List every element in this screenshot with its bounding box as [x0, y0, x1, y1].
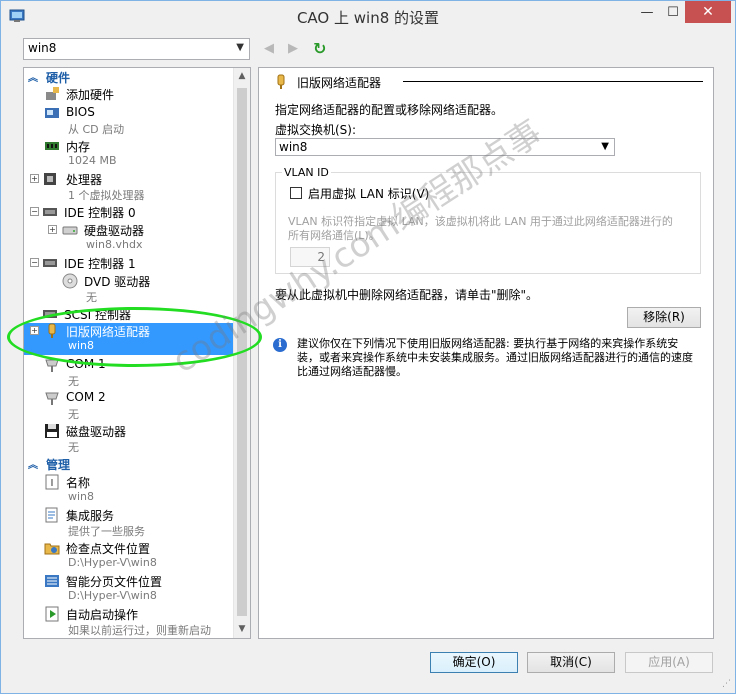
tree-item-add-hardware[interactable]: 添加硬件	[24, 86, 234, 102]
add-hardware-icon	[46, 87, 59, 100]
name-icon: I	[45, 474, 59, 490]
tree-item-floppy-drive[interactable]: 磁盘驱动器 无	[24, 423, 234, 455]
hardware-section-header[interactable]: ︽ 硬件	[24, 69, 234, 85]
collapse-icon[interactable]: −	[30, 258, 39, 267]
back-arrow-icon[interactable]: ◀	[264, 41, 274, 56]
refresh-icon[interactable]: ↻	[313, 39, 326, 58]
management-section-header[interactable]: ︽ 管理	[24, 456, 234, 472]
ide-controller-icon	[43, 208, 57, 216]
section-divider	[403, 81, 703, 82]
checkpoint-folder-icon	[44, 543, 60, 555]
title-bar: CAO 上 win8 的设置 — ☐ ✕	[1, 1, 735, 32]
cancel-button[interactable]: 取消(C)	[527, 652, 615, 673]
apply-button[interactable]: 应用(A)	[625, 652, 713, 673]
ide-controller-icon	[43, 259, 57, 267]
tree-item-ide-0[interactable]: − IDE 控制器 0	[24, 204, 234, 220]
settings-window: CAO 上 win8 的设置 — ☐ ✕ win8 ▼ ◀ ▶ ↻ ︽ 硬件 添…	[0, 0, 736, 694]
memory-icon	[45, 142, 59, 150]
tree-item-com-2[interactable]: COM 2 无	[24, 390, 234, 422]
tree-item-name[interactable]: I 名称 win8	[24, 474, 234, 506]
tree-item-integration-services[interactable]: 集成服务 提供了一些服务	[24, 507, 234, 539]
com-port-icon	[45, 392, 59, 405]
tree-item-auto-start[interactable]: 自动启动操作 如果以前运行过，则重新启动	[24, 606, 234, 638]
remove-button[interactable]: 移除(R)	[627, 307, 701, 328]
integration-services-icon	[45, 507, 58, 523]
virtual-switch-dropdown[interactable]: win8 ▼	[275, 138, 615, 156]
scroll-down-icon[interactable]: ▼	[234, 621, 250, 638]
dvd-drive-icon	[62, 273, 78, 289]
maximize-button[interactable]: ☐	[659, 1, 687, 23]
auto-start-icon	[45, 606, 59, 622]
network-adapter-icon	[277, 74, 285, 89]
hard-drive-icon	[62, 226, 78, 235]
expand-icon[interactable]: +	[48, 225, 57, 234]
collapse-chevron-icon: ︽	[28, 73, 38, 84]
ok-button[interactable]: 确定(O)	[430, 652, 518, 673]
floppy-disk-icon	[45, 424, 59, 438]
tree-item-processor[interactable]: + 处理器 1 个虚拟处理器	[24, 171, 234, 203]
switch-label: 虚拟交换机(S):	[275, 123, 357, 137]
collapse-chevron-icon: ︽	[28, 460, 38, 471]
tree-item-bios[interactable]: BIOS 从 CD 启动	[24, 105, 234, 137]
tree-item-hard-drive[interactable]: + 硬盘驱动器 win8.vhdx	[24, 222, 234, 254]
scroll-up-icon[interactable]: ▲	[234, 68, 250, 85]
close-button[interactable]: ✕	[685, 1, 731, 23]
description-text: 指定网络适配器的配置或移除网络适配器。	[275, 103, 504, 117]
forward-arrow-icon[interactable]: ▶	[288, 41, 298, 56]
collapse-icon[interactable]: −	[30, 207, 39, 216]
info-icon: i	[273, 338, 287, 352]
chevron-down-icon: ▼	[236, 42, 244, 53]
processor-icon	[44, 173, 56, 185]
window-title: CAO 上 win8 的设置	[296, 9, 440, 27]
bios-icon	[45, 108, 59, 118]
vm-selector-value: win8	[28, 41, 57, 55]
smart-paging-icon	[45, 575, 59, 587]
expand-icon[interactable]: +	[30, 174, 39, 183]
tree-item-memory[interactable]: 内存 1024 MB	[24, 138, 234, 170]
info-text: 建议你仅在下列情况下使用旧版网络适配器: 要执行基于网络的来宾操作系统安装，或者…	[297, 337, 693, 378]
tree-item-ide-1[interactable]: − IDE 控制器 1	[24, 255, 234, 271]
tree-item-smart-paging-location[interactable]: 智能分页文件位置 D:\Hyper-V\win8	[24, 573, 234, 605]
resize-grip-icon[interactable]: ⋰	[722, 679, 731, 689]
chevron-down-icon: ▼	[601, 141, 609, 152]
minimize-button[interactable]: —	[633, 1, 661, 23]
svg-text:I: I	[51, 478, 54, 489]
tree-item-dvd-drive[interactable]: DVD 驱动器 无	[24, 273, 234, 305]
vm-selector[interactable]: win8 ▼	[23, 38, 250, 60]
tree-item-checkpoint-location[interactable]: 检查点文件位置 D:\Hyper-V\win8	[24, 540, 234, 572]
enable-vlan-checkbox[interactable]	[290, 187, 302, 199]
